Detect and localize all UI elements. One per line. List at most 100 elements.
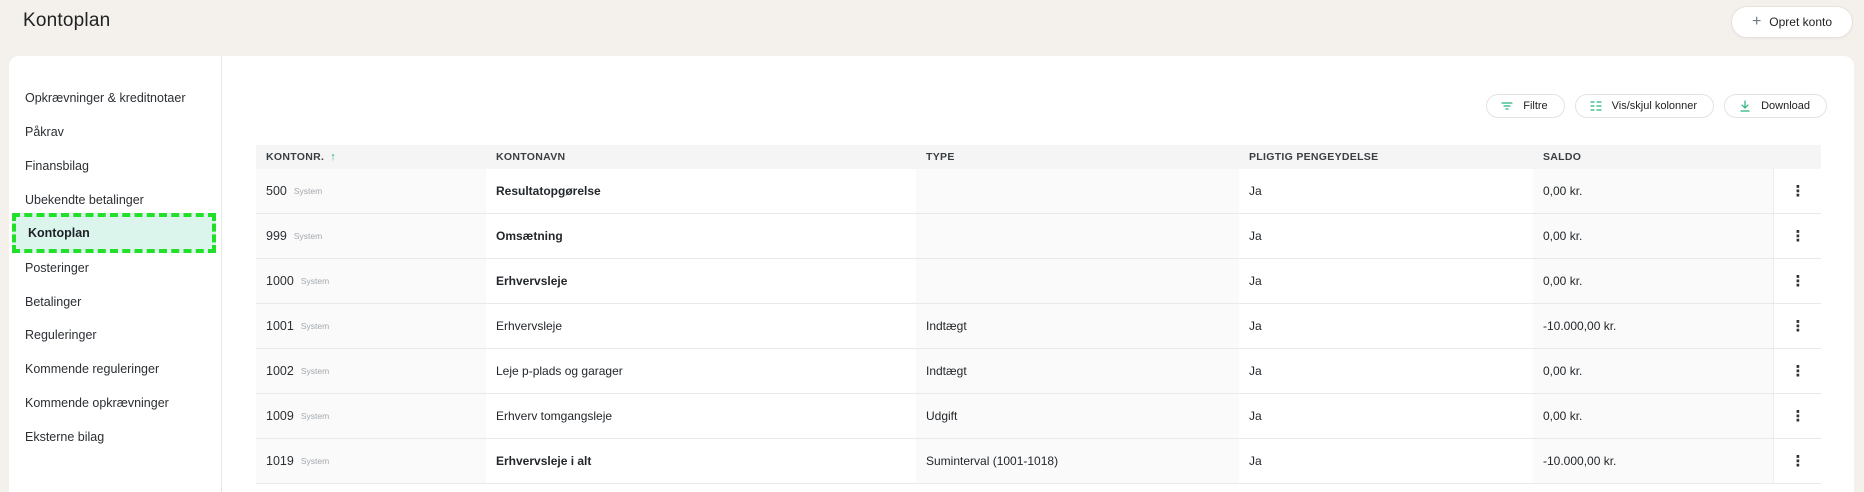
account-type: Suminterval (1001-1018) bbox=[926, 454, 1059, 468]
sidebar-item-label: Finansbilag bbox=[25, 159, 89, 173]
column-header-saldo[interactable]: SALDO bbox=[1533, 151, 1773, 163]
system-tag: System bbox=[300, 276, 330, 286]
account-type-cell: Indtægt bbox=[916, 304, 1239, 348]
account-number-cell: 1019 System bbox=[256, 439, 486, 483]
download-icon bbox=[1740, 100, 1750, 112]
account-name: Resultatopgørelse bbox=[496, 184, 601, 198]
account-name: Erhverv tomgangsleje bbox=[496, 409, 613, 423]
pligtig-cell: Ja bbox=[1239, 259, 1533, 303]
system-tag: System bbox=[300, 411, 330, 421]
sidebar-item-reguleringer[interactable]: Reguleringer bbox=[25, 320, 213, 350]
pligtig-value: Ja bbox=[1249, 364, 1262, 378]
create-account-button[interactable]: + Opret konto bbox=[1730, 6, 1853, 38]
download-label: Download bbox=[1761, 100, 1810, 112]
page-title: Kontoplan bbox=[23, 10, 111, 31]
accounts-table: KONTONR. ↑ KONTONAVN TYPE PLIGTIG PENGEY… bbox=[256, 145, 1821, 484]
sidebar-item-label: Kontoplan bbox=[28, 226, 90, 240]
account-number-cell: 1002 System bbox=[256, 349, 486, 393]
table-row[interactable]: 1009 System Erhverv tomgangsleje Udgift Ja 0,… bbox=[256, 394, 1821, 439]
pligtig-cell: Ja bbox=[1239, 394, 1533, 438]
more-vertical-icon[interactable]: ⋮ bbox=[1791, 452, 1806, 470]
sidebar-item-label: Ubekendte betalinger bbox=[25, 193, 144, 207]
sidebar-item-label: Kommende reguleringer bbox=[25, 362, 160, 376]
account-number: 1009 bbox=[266, 409, 294, 423]
sidebar-item-posteringer[interactable]: Posteringer bbox=[25, 253, 213, 283]
account-number-cell: 999 System bbox=[256, 214, 486, 258]
sidebar-item-ubekendte-betalinger[interactable]: Ubekendte betalinger bbox=[25, 185, 213, 215]
system-tag: System bbox=[300, 456, 330, 466]
more-vertical-icon[interactable]: ⋮ bbox=[1791, 182, 1806, 200]
toggle-columns-button[interactable]: Vis/skjul kolonner bbox=[1574, 94, 1715, 118]
account-name-cell: Erhvervsleje bbox=[486, 259, 916, 303]
saldo-value: 0,00 kr. bbox=[1543, 184, 1583, 198]
row-actions-cell: ⋮ bbox=[1773, 439, 1821, 483]
row-actions-cell: ⋮ bbox=[1773, 394, 1821, 438]
saldo-value: 0,00 kr. bbox=[1543, 229, 1583, 243]
more-vertical-icon[interactable]: ⋮ bbox=[1791, 227, 1806, 245]
filter-icon bbox=[1501, 102, 1513, 110]
account-name: Omsætning bbox=[496, 229, 563, 243]
account-number-cell: 1001 System bbox=[256, 304, 486, 348]
sidebar-item-kontoplan[interactable]: Kontoplan bbox=[12, 213, 216, 253]
column-header-label: KONTONAVN bbox=[496, 151, 566, 163]
table-row[interactable]: 1002 System Leje p-plads og garager Indtægt… bbox=[256, 349, 1821, 394]
saldo-cell: 0,00 kr. bbox=[1533, 394, 1773, 438]
system-tag: System bbox=[300, 366, 330, 376]
column-header-kontonr[interactable]: KONTONR. ↑ bbox=[256, 151, 486, 163]
sidebar-item-eksterne-bilag[interactable]: Eksterne bilag bbox=[25, 422, 213, 452]
sidebar-item-finansbilag[interactable]: Finansbilag bbox=[25, 151, 213, 181]
sidebar-item-label: Påkrav bbox=[25, 125, 64, 139]
account-name-cell: Erhvervsleje i alt bbox=[486, 439, 916, 483]
sidebar-item-kommende-opkrævninger[interactable]: Kommende opkrævninger bbox=[25, 388, 213, 418]
account-type: Indtægt bbox=[926, 364, 967, 378]
account-type: Indtægt bbox=[926, 319, 967, 333]
sidebar-item-label: Opkrævninger & kreditnotaer bbox=[25, 91, 186, 105]
sidebar-item-betalinger[interactable]: Betalinger bbox=[25, 287, 213, 317]
column-header-kontonavn[interactable]: KONTONAVN bbox=[486, 151, 916, 163]
filter-button[interactable]: Filtre bbox=[1486, 94, 1565, 118]
table-row[interactable]: 1001 System Erhvervsleje Indtægt Ja -10.000,0… bbox=[256, 304, 1821, 349]
sort-ascending-icon: ↑ bbox=[330, 151, 337, 163]
column-header-label: TYPE bbox=[926, 151, 955, 163]
account-type: Udgift bbox=[926, 409, 958, 423]
more-vertical-icon[interactable]: ⋮ bbox=[1791, 317, 1806, 335]
column-header-type[interactable]: TYPE bbox=[916, 151, 1239, 163]
saldo-cell: -10.000,00 kr. bbox=[1533, 304, 1773, 348]
account-number: 999 bbox=[266, 229, 287, 243]
download-button[interactable]: Download bbox=[1724, 94, 1827, 118]
columns-icon bbox=[1590, 101, 1602, 111]
table-toolbar: Filtre Vis/skjul kolonner Download bbox=[1486, 94, 1827, 118]
table-row[interactable]: 500 System Resultatopgørelse Ja 0,00 kr. ⋮ bbox=[256, 169, 1821, 214]
sidebar-item-opkrævninger-kreditnotaer[interactable]: Opkrævninger & kreditnotaer bbox=[25, 83, 213, 113]
sidebar-item-label: Eksterne bilag bbox=[25, 430, 105, 444]
more-vertical-icon[interactable]: ⋮ bbox=[1791, 407, 1806, 425]
table-row[interactable]: 1019 System Erhvervsleje i alt Suminterval … bbox=[256, 439, 1821, 484]
table-row[interactable]: 1000 System Erhvervsleje Ja 0,00 kr. ⋮ bbox=[256, 259, 1821, 304]
column-header-label: SALDO bbox=[1543, 151, 1582, 163]
account-type-cell: Udgift bbox=[916, 394, 1239, 438]
account-name-cell: Erhverv tomgangsleje bbox=[486, 394, 916, 438]
pligtig-cell: Ja bbox=[1239, 439, 1533, 483]
more-vertical-icon[interactable]: ⋮ bbox=[1791, 272, 1806, 290]
account-number: 1019 bbox=[266, 454, 294, 468]
table-row[interactable]: 999 System Omsætning Ja 0,00 kr. ⋮ bbox=[256, 214, 1821, 259]
account-name-cell: Resultatopgørelse bbox=[486, 169, 916, 213]
account-name: Leje p-plads og garager bbox=[496, 364, 623, 378]
saldo-cell: -10.000,00 kr. bbox=[1533, 439, 1773, 483]
sidebar-item-label: Kommende opkrævninger bbox=[25, 396, 169, 410]
account-number-cell: 1000 System bbox=[256, 259, 486, 303]
account-type-cell: Indtægt bbox=[916, 349, 1239, 393]
saldo-value: -10.000,00 kr. bbox=[1543, 454, 1617, 468]
account-name-cell: Erhvervsleje bbox=[486, 304, 916, 348]
column-header-pligtig[interactable]: PLIGTIG PENGEYDELSE bbox=[1239, 151, 1533, 163]
saldo-value: 0,00 kr. bbox=[1543, 274, 1583, 288]
system-tag: System bbox=[300, 321, 330, 331]
account-type-cell bbox=[916, 259, 1239, 303]
more-vertical-icon[interactable]: ⋮ bbox=[1791, 362, 1806, 380]
pligtig-cell: Ja bbox=[1239, 349, 1533, 393]
sidebar-item-kommende-reguleringer[interactable]: Kommende reguleringer bbox=[25, 354, 213, 384]
pligtig-cell: Ja bbox=[1239, 214, 1533, 258]
sidebar-item-påkrav[interactable]: Påkrav bbox=[25, 117, 213, 147]
table-body: 500 System Resultatopgørelse Ja 0,00 kr. ⋮ 999… bbox=[256, 169, 1821, 484]
account-name: Erhvervsleje bbox=[496, 274, 568, 288]
